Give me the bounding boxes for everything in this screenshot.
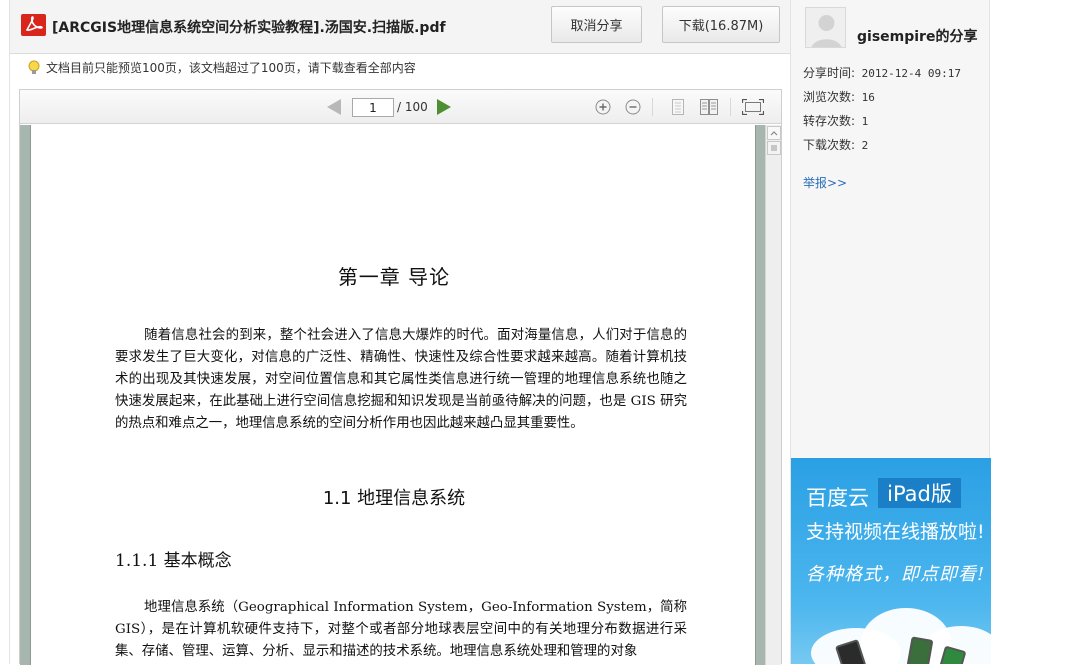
baidu-cloud-ipad-ad[interactable]: 百度云 iPad版 支持视频在线播放啦! 各种格式，即点即看! [791,458,991,664]
section-title: 1.1 地理信息系统 [322,488,466,509]
previous-page-icon[interactable] [327,99,341,115]
ad-badge: iPad版 [878,478,961,508]
fullscreen-icon[interactable] [741,98,765,118]
saves-row: 转存次数: 1 [803,112,868,129]
single-page-view-icon[interactable] [672,99,684,118]
views-value: 16 [861,91,875,104]
report-link[interactable]: 举报>> [803,174,847,191]
chapter-title: 第一章 导论 [337,265,451,289]
pdf-viewer: / 100 第一章 导论 随着信息社会的到来，整个社会进 [19,89,782,665]
concept-paragraph: 地理信息系统（Geographical Information System，G… [115,597,687,663]
double-page-view-icon[interactable] [700,99,718,118]
document-preview-panel: [ARCGIS地理信息系统空间分析实验教程].汤国安.扫描版.pdf 取消分享 … [9,0,791,665]
intro-paragraph: 随着信息社会的到来，整个社会进入了信息大爆炸的时代。面对海量信息，人们对于信息的… [115,325,687,435]
lightbulb-icon [28,60,40,76]
downloads-value: 2 [861,139,869,152]
pdf-file-icon [21,14,46,36]
scroll-thumb[interactable] [767,141,781,155]
next-page-icon[interactable] [437,99,451,115]
intro-paragraph-text: 随着信息社会的到来，整个社会进入了信息大爆炸的时代。面对海量信息，人们对于信息的… [115,328,687,431]
downloads-row: 下载次数: 2 [803,136,868,153]
document-canvas: 第一章 导论 随着信息社会的到来，整个社会进入了信息大爆炸的时代。面对海量信息，… [20,125,781,665]
zoom-in-icon[interactable] [595,99,611,118]
views-label: 浏览次数: [803,90,856,104]
user-avatar[interactable] [805,7,846,48]
saves-label: 转存次数: [803,114,856,128]
concept-paragraph-text: 地理信息系统（Geographical Information System，G… [115,600,687,659]
cancel-share-button[interactable]: 取消分享 [551,6,642,43]
subsection-title: 1.1.1 基本概念 [115,551,232,571]
page-number-input[interactable] [352,98,394,117]
share-info-sidebar: gisempire的分享 分享时间: 2012-12-4 09:17 浏览次数:… [790,0,991,664]
saves-value: 1 [861,115,869,128]
toolbar-divider [652,98,653,116]
zoom-out-icon[interactable] [625,99,641,118]
title-bar: [ARCGIS地理信息系统空间分析实验教程].汤国安.扫描版.pdf 取消分享 … [10,0,791,54]
phone-icon [906,636,934,664]
notice-text: 文档目前只能预览100页，该文档超过了100页，请下载查看全部内容 [46,61,416,75]
share-time-label: 分享时间: [803,66,856,80]
ad-brand: 百度云 [806,486,869,510]
username[interactable]: gisempire的分享 [857,26,977,46]
ad-slogan: 各种格式，即点即看! [806,564,986,585]
ad-subtitle: 支持视频在线播放啦! [806,521,985,543]
document-page: 第一章 导论 随着信息社会的到来，整个社会进入了信息大爆炸的时代。面对海量信息，… [30,125,756,665]
downloads-label: 下载次数: [803,138,856,152]
preview-limit-notice: 文档目前只能预览100页，该文档超过了100页，请下载查看全部内容 [28,59,416,76]
toolbar-divider [730,98,731,116]
share-time-row: 分享时间: 2012-12-4 09:17 [803,64,961,81]
download-button[interactable]: 下载(16.87M) [662,6,780,43]
file-title: [ARCGIS地理信息系统空间分析实验教程].汤国安.扫描版.pdf [52,20,446,36]
vertical-scrollbar[interactable] [765,125,781,665]
viewer-toolbar: / 100 [20,90,781,124]
share-time-value: 2012-12-4 09:17 [861,67,962,80]
total-pages: / 100 [397,100,428,114]
scroll-up-button[interactable] [767,126,781,140]
views-row: 浏览次数: 16 [803,88,875,105]
